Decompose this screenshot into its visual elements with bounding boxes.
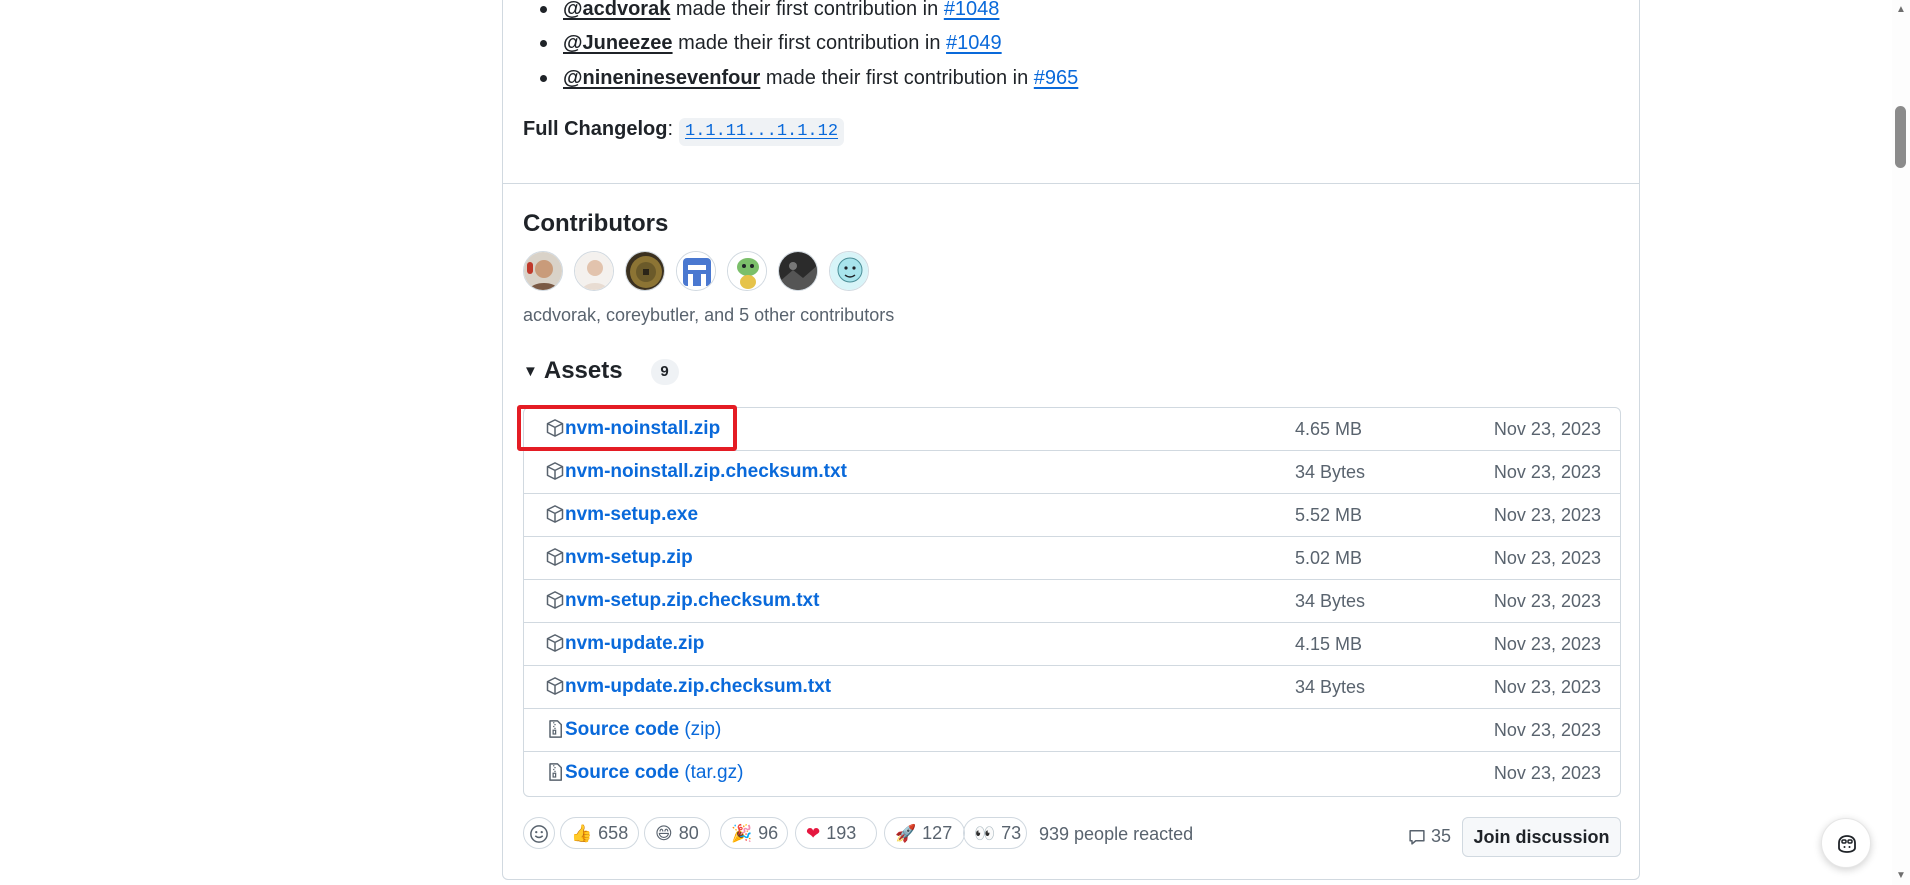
asset-link[interactable]: nvm-setup.zip.checksum.txt xyxy=(565,580,819,622)
asset-row: nvm-setup.zip 5.02 MB Nov 23, 2023 xyxy=(524,536,1620,579)
asset-size: 34 Bytes xyxy=(1295,462,1366,482)
reaction-eyes-button[interactable]: 👀 73 xyxy=(963,817,1027,849)
asset-link[interactable]: nvm-update.zip xyxy=(565,623,704,665)
avatar[interactable] xyxy=(574,251,614,291)
asset-size: 4.15 MB xyxy=(1295,634,1363,654)
hooray-icon: 🎉 xyxy=(731,824,753,844)
full-changelog: Full Changelog: 1.1.11...1.1.12 xyxy=(523,115,845,146)
list-item: @nineninesevenfour made their first cont… xyxy=(540,66,1079,90)
avatar[interactable] xyxy=(727,251,767,291)
reaction-hooray-button[interactable]: 🎉 96 xyxy=(720,817,788,849)
asset-size: 34 Bytes xyxy=(1295,677,1366,697)
rocket-icon: 🚀 xyxy=(895,824,917,844)
eyes-icon: 👀 xyxy=(974,824,996,844)
avatar[interactable] xyxy=(778,251,818,291)
reaction-laugh-button[interactable]: 😄 80 xyxy=(644,817,710,849)
reaction-rocket-button[interactable]: 🚀 127 xyxy=(884,817,965,849)
asset-date: Nov 23, 2023 xyxy=(1493,419,1601,439)
asset-row: nvm-update.zip.checksum.txt 34 Bytes Nov… xyxy=(524,665,1620,708)
asset-link[interactable]: nvm-noinstall.zip.checksum.txt xyxy=(565,451,847,493)
join-discussion-button[interactable]: Join discussion xyxy=(1462,817,1621,857)
asset-link[interactable]: nvm-setup.zip xyxy=(565,537,693,579)
assets-heading: Assets xyxy=(543,357,623,384)
user-mention-link[interactable]: @nineninesevenfour xyxy=(563,67,760,89)
avatar[interactable] xyxy=(676,251,716,291)
release-page: @acdvorak made their first contribution … xyxy=(0,0,1910,885)
scrollbar-thumb[interactable] xyxy=(1895,106,1906,168)
asset-row: nvm-noinstall.zip.checksum.txt 34 Bytes … xyxy=(524,450,1620,493)
assets-list: nvm-noinstall.zip 4.65 MB Nov 23, 2023 n… xyxy=(523,407,1621,797)
asset-date: Nov 23, 2023 xyxy=(1493,505,1601,525)
asset-row: nvm-update.zip 4.15 MB Nov 23, 2023 xyxy=(524,622,1620,665)
asset-date: Nov 23, 2023 xyxy=(1493,763,1601,783)
package-icon xyxy=(546,591,564,609)
asset-size: 5.02 MB xyxy=(1295,548,1363,568)
assets-count-badge: 9 xyxy=(650,358,679,385)
package-icon xyxy=(546,548,564,566)
asset-size: 4.65 MB xyxy=(1295,419,1363,439)
asset-date: Nov 23, 2023 xyxy=(1493,720,1601,740)
reaction-thumbs-up-button[interactable]: 👍 658 xyxy=(560,817,639,849)
vertical-scrollbar[interactable]: ▲ ▼ xyxy=(1892,0,1910,885)
asset-row: nvm-setup.zip.checksum.txt 34 Bytes Nov … xyxy=(524,579,1620,622)
source-code-link[interactable]: Source code (zip) xyxy=(565,709,721,751)
file-zip-icon xyxy=(549,720,562,738)
source-code-link[interactable]: Source code (tar.gz) xyxy=(565,752,743,794)
copilot-icon xyxy=(1838,835,1856,853)
highlight-box xyxy=(517,405,737,451)
user-mention-link[interactable]: @Juneezee xyxy=(563,32,673,54)
list-item: @acdvorak made their first contribution … xyxy=(540,0,1000,21)
asset-date: Nov 23, 2023 xyxy=(1493,462,1601,482)
asset-date: Nov 23, 2023 xyxy=(1493,548,1601,568)
reaction-heart-button[interactable]: ❤ 193 xyxy=(795,817,877,849)
list-item: @Juneezee made their first contribution … xyxy=(540,31,1002,55)
thumbs-up-icon: 👍 xyxy=(571,824,593,844)
asset-row: Source code (tar.gz) Nov 23, 2023 xyxy=(524,751,1620,794)
section-divider xyxy=(502,183,1640,184)
smiley-icon xyxy=(530,825,548,844)
copilot-button[interactable] xyxy=(1821,818,1871,868)
asset-date: Nov 23, 2023 xyxy=(1493,677,1601,697)
pull-request-link[interactable]: #965 xyxy=(1034,67,1079,89)
asset-date: Nov 23, 2023 xyxy=(1493,634,1601,654)
asset-row: Source code (zip) Nov 23, 2023 xyxy=(524,708,1620,751)
asset-row: nvm-setup.exe 5.52 MB Nov 23, 2023 xyxy=(524,493,1620,536)
contributors-summary: acdvorak, coreybutler, and 5 other contr… xyxy=(523,305,895,325)
changelog-compare-link[interactable]: 1.1.11...1.1.12 xyxy=(679,118,845,146)
package-icon xyxy=(546,677,564,695)
add-reaction-button[interactable] xyxy=(523,817,555,849)
package-icon xyxy=(546,634,564,652)
contributors-heading: Contributors xyxy=(523,210,669,237)
asset-size: 34 Bytes xyxy=(1295,591,1366,611)
reactions-summary: 939 people reacted xyxy=(1039,824,1194,844)
asset-size: 5.52 MB xyxy=(1295,505,1363,525)
avatar[interactable] xyxy=(625,251,665,291)
scroll-down-icon[interactable]: ▼ xyxy=(1896,870,1906,881)
avatar[interactable] xyxy=(523,251,563,291)
laugh-icon: 😄 xyxy=(655,824,673,844)
comments-link[interactable]: 35 xyxy=(1407,822,1451,850)
asset-date: Nov 23, 2023 xyxy=(1493,591,1601,611)
scroll-up-icon[interactable]: ▲ xyxy=(1896,4,1906,15)
asset-link[interactable]: nvm-setup.exe xyxy=(565,494,698,536)
package-icon xyxy=(546,505,564,523)
package-icon xyxy=(546,462,564,480)
heart-icon: ❤ xyxy=(806,824,821,844)
comment-icon xyxy=(1409,830,1425,845)
user-mention-link[interactable]: @acdvorak xyxy=(563,0,670,20)
assets-toggle[interactable]: ▼ Assets 9 xyxy=(523,354,679,388)
avatar[interactable] xyxy=(829,251,869,291)
pull-request-link[interactable]: #1049 xyxy=(946,32,1002,54)
file-zip-icon xyxy=(549,763,562,781)
pull-request-link[interactable]: #1048 xyxy=(944,0,1000,20)
asset-link[interactable]: nvm-update.zip.checksum.txt xyxy=(565,666,831,708)
triangle-down-icon: ▼ xyxy=(523,362,538,380)
